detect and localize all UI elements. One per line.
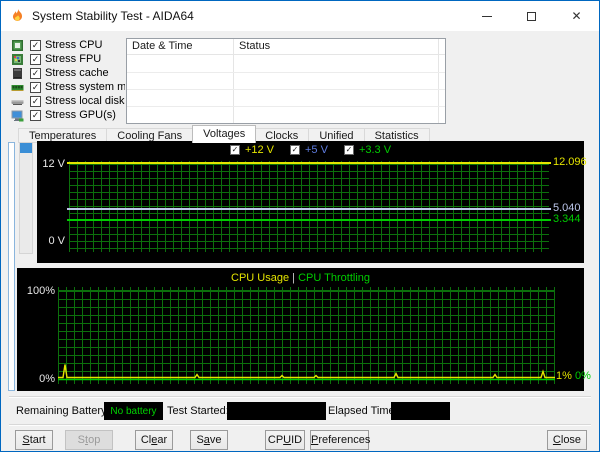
start-button[interactable]: Start — [15, 430, 53, 450]
voltage-12v-line — [67, 162, 551, 164]
clear-button[interactable]: Clear — [135, 430, 173, 450]
stress-disks-label: Stress local disks — [45, 95, 125, 107]
status-separator — [9, 396, 591, 398]
slider-thumb[interactable] — [20, 143, 32, 153]
column-header-status[interactable]: Status — [239, 40, 270, 52]
stress-cpu-label: Stress CPU — [45, 39, 103, 51]
stress-memory-checkbox[interactable]: ✓ — [30, 81, 41, 93]
remaining-battery-value: No battery — [110, 405, 157, 417]
cpu-usage-title: CPU Usage — [231, 272, 290, 284]
stress-options-panel: ✓ Stress CPU ✓ Stress FPU ✓ Stress cache… — [1, 37, 125, 125]
stress-fpu-label: Stress FPU — [45, 53, 102, 65]
log-table-header: Date & Time Status — [127, 39, 445, 55]
legend-5v-checkbox[interactable]: ✓ — [290, 145, 300, 155]
stress-memory-label: Stress system memory — [45, 81, 125, 93]
legend-item-5v: ✓ +5 V — [290, 144, 328, 156]
stress-gpu-checkbox[interactable]: ✓ — [30, 109, 41, 121]
stability-test-window: System Stability Test - AIDA64 ✕ ✓ Stres… — [0, 0, 600, 452]
legend-item-12v: ✓ +12 V — [229, 144, 274, 156]
cpu-icon — [12, 39, 23, 51]
stress-disks-checkbox[interactable]: ✓ — [30, 95, 41, 107]
voltage-3v3-reading: 3.344 — [553, 213, 581, 225]
legend-3v3-label: +3.3 V — [358, 144, 392, 156]
test-log-table[interactable]: Date & Time Status — [126, 38, 446, 124]
cpu-usage-graph: CPU Usage | CPU Throttling 100% 0% 1% 0% — [17, 268, 591, 391]
stress-cpu-checkbox[interactable]: ✓ — [30, 39, 41, 51]
voltage-legend: ✓ +12 V ✓ +5 V ✓ +3.3 V — [37, 144, 584, 156]
cpu-usage-sparkline — [58, 364, 555, 381]
test-progress-bar — [8, 142, 15, 391]
column-header-date-time[interactable]: Date & Time — [132, 40, 193, 52]
voltage-12v-reading: 12.096 — [553, 156, 587, 168]
minimize-icon — [481, 15, 492, 17]
test-started-display — [227, 402, 326, 420]
elapsed-time-display — [391, 402, 450, 420]
window-title: System Stability Test - AIDA64 — [32, 9, 194, 23]
cpu-throttling-title: CPU Throttling — [298, 272, 370, 284]
close-button[interactable]: Close — [547, 430, 587, 450]
stress-fpu-checkbox[interactable]: ✓ — [30, 53, 41, 65]
memory-icon — [11, 84, 24, 91]
voltage-grid — [69, 161, 549, 252]
remaining-battery-display: No battery — [104, 402, 163, 420]
stress-cache-label: Stress cache — [45, 67, 109, 79]
legend-3v3-checkbox[interactable]: ✓ — [343, 145, 354, 155]
fpu-icon — [12, 53, 23, 65]
cpu-axis-max-label: 100% — [26, 285, 55, 297]
voltage-axis-max-label: 12 V — [42, 158, 65, 170]
cpu-usage-reading: 1% — [556, 370, 572, 382]
voltage-axis-min-label: 0 V — [48, 235, 65, 247]
legend-12v-checkbox[interactable]: ✓ — [229, 145, 240, 155]
minimize-button[interactable] — [464, 1, 509, 31]
buttons-separator — [9, 424, 591, 426]
remaining-battery-label: Remaining Battery: — [16, 405, 110, 417]
cache-icon — [13, 67, 22, 79]
legend-item-3v3: ✓ +3.3 V — [343, 144, 392, 156]
disk-icon — [11, 99, 24, 105]
stop-button[interactable]: Stop — [65, 430, 113, 450]
cpu-graph-title: CPU Usage | CPU Throttling — [17, 272, 584, 284]
voltage-5v-line — [67, 208, 551, 210]
voltage-graph: ✓ +12 V ✓ +5 V ✓ +3.3 V 12 V 0 V 12.096 … — [37, 141, 587, 263]
preferences-button[interactable]: Preferences — [310, 430, 370, 450]
close-icon: ✕ — [571, 9, 582, 23]
voltage-3v3-line — [67, 219, 551, 221]
test-started-label: Test Started: — [167, 405, 229, 417]
graph-scroll-slider[interactable] — [19, 142, 33, 254]
cpu-axis-min-label: 0% — [39, 373, 55, 385]
stress-gpu-label: Stress GPU(s) — [45, 109, 116, 121]
maximize-icon — [527, 11, 536, 21]
save-button[interactable]: Save — [190, 430, 228, 450]
cpu-throttling-reading: 0% — [574, 370, 591, 382]
title-bar[interactable]: System Stability Test - AIDA64 ✕ — [1, 1, 599, 31]
legend-5v-label: +5 V — [305, 144, 328, 156]
maximize-button[interactable] — [509, 1, 554, 31]
gpu-icon — [11, 110, 24, 121]
elapsed-time-label: Elapsed Time: — [328, 405, 398, 417]
cpuid-button[interactable]: CPUID — [265, 430, 305, 450]
cpu-readings: 1% 0% — [556, 370, 591, 382]
close-button-caption[interactable]: ✕ — [554, 1, 599, 31]
stress-cache-checkbox[interactable]: ✓ — [30, 67, 41, 79]
aida64-flame-icon — [12, 8, 23, 21]
title-separator: | — [292, 272, 295, 284]
tab-voltages[interactable]: Voltages — [192, 125, 257, 143]
log-table-body[interactable] — [127, 56, 445, 123]
legend-12v-label: +12 V — [244, 144, 274, 156]
